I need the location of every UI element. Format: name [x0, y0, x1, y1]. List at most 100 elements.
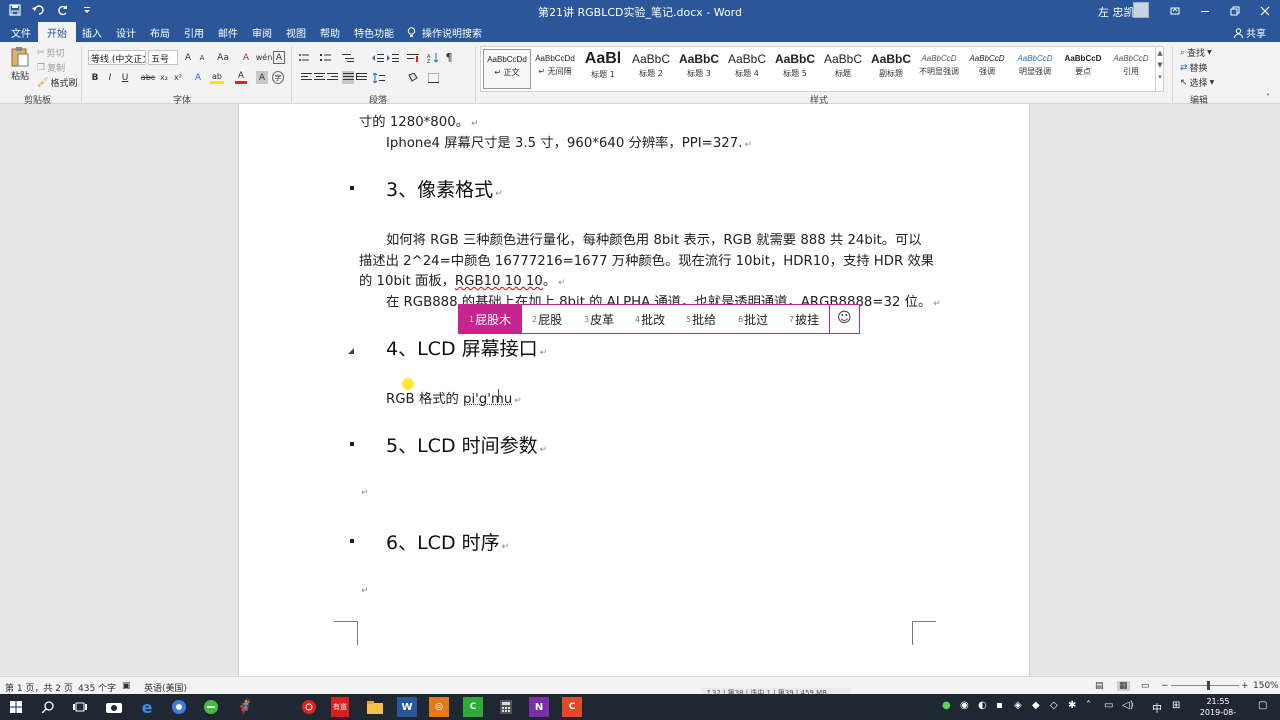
enclose-characters-icon[interactable]: 字 [272, 71, 284, 84]
tab-file[interactable]: 文件 [11, 25, 31, 40]
ime-candidate-1[interactable]: 1 屁股木 [459, 305, 522, 333]
minimize-icon[interactable] [1190, 0, 1220, 22]
ribbon-display-icon[interactable] [1160, 0, 1190, 22]
distributed-icon[interactable] [355, 71, 367, 84]
clear-formatting-icon[interactable]: A [240, 51, 252, 64]
style-quote[interactable]: AaBbCcD 引用 [1107, 49, 1155, 89]
style-strong[interactable]: AaBbCcD 要点 [1059, 49, 1107, 89]
app-green-c-icon[interactable]: C [463, 697, 483, 717]
app-red-c-icon[interactable]: C [562, 697, 582, 717]
style-no-spacing[interactable]: AaBbCcDd ↵ 无间隔 [531, 49, 579, 89]
show-hide-marks-icon[interactable]: ¶ [443, 51, 455, 64]
multilevel-list-icon[interactable] [342, 51, 354, 64]
print-layout-icon[interactable]: ▦ [1117, 681, 1130, 691]
dictionary-app-icon[interactable]: 有道 [331, 697, 349, 717]
text-effects-icon[interactable]: A [192, 71, 204, 84]
zoom-slider-thumb[interactable] [1207, 681, 1210, 690]
align-center-icon[interactable] [313, 71, 325, 84]
copy-button[interactable]: ❐ 复制 [37, 61, 65, 75]
decrease-indent-icon[interactable] [372, 51, 384, 64]
select-button[interactable]: ↖ 选择 ▼ [1180, 76, 1214, 90]
tab-layout[interactable]: 布局 [150, 25, 170, 40]
zoom-level[interactable]: 150% [1253, 681, 1279, 691]
browser-icon[interactable] [169, 697, 189, 717]
language-indicator[interactable]: 英语(美国) [144, 681, 187, 694]
tab-mailings[interactable]: 邮件 [218, 25, 238, 40]
zoom-out-icon[interactable]: − [1161, 681, 1169, 691]
close-icon[interactable] [1250, 0, 1280, 22]
avatar[interactable] [1133, 2, 1149, 18]
collapse-triangle-icon[interactable] [348, 344, 355, 358]
bold-icon[interactable]: B [89, 71, 101, 84]
restore-icon[interactable] [1220, 0, 1250, 22]
strikethrough-icon[interactable]: abc [140, 71, 156, 84]
character-border-icon[interactable]: A [273, 51, 285, 64]
ime-candidate-4[interactable]: 4 批改 [635, 305, 665, 333]
camera-icon[interactable] [104, 697, 124, 717]
calculator-icon[interactable] [496, 697, 516, 717]
bullets-icon[interactable] [298, 51, 310, 64]
tab-insert[interactable]: 插入 [82, 25, 102, 40]
style-normal[interactable]: AaBbCcDd ↵ 正文 [483, 49, 531, 89]
edge-browser-icon[interactable]: e [137, 697, 157, 717]
numbering-icon[interactable] [320, 51, 332, 64]
app-orange-icon[interactable]: ◎ [429, 697, 449, 717]
cut-button[interactable]: ✂ 剪切 [37, 46, 65, 60]
ime-language-indicator[interactable]: 中 [1152, 700, 1162, 715]
borders-icon[interactable] [427, 71, 439, 84]
style-emphasis[interactable]: AaBbCcD 强调 [963, 49, 1011, 89]
line-spacing-icon[interactable] [373, 71, 385, 84]
heading-bullet[interactable] [350, 539, 354, 543]
web-layout-icon[interactable]: ▭ [1141, 681, 1150, 691]
tab-special-features[interactable]: 特色功能 [354, 25, 394, 40]
style-heading-5[interactable]: AaBbC 标题 5 [771, 49, 819, 89]
document-page[interactable]: 寸的 1280*800。 ↵ Iphone4 屏幕尺寸是 3.5 寸，960*64… [238, 104, 1030, 676]
proofing-icon[interactable]: ▣ [122, 681, 131, 691]
replace-button[interactable]: ⇄ 替换 [1180, 61, 1208, 75]
task-view-icon[interactable] [70, 697, 90, 717]
grow-font-icon[interactable]: A [182, 51, 194, 64]
italic-icon[interactable]: I [104, 71, 116, 84]
ime-candidate-3[interactable]: 3 皮革 [584, 305, 614, 333]
tray-expand-icon[interactable]: ˄ [1086, 700, 1091, 711]
style-subtitle[interactable]: AaBbC 副标题 [867, 49, 915, 89]
tab-references[interactable]: 引用 [184, 25, 204, 40]
scroll-down-icon[interactable]: ▼ [1157, 61, 1162, 69]
collapse-ribbon-icon[interactable]: ˄ [1266, 93, 1270, 102]
ime-candidate-6[interactable]: 6 批过 [738, 305, 768, 333]
superscript-icon[interactable]: x² [172, 71, 184, 84]
styles-scroll[interactable]: ▲ ▼ ▾ [1155, 46, 1164, 92]
style-heading-1[interactable]: AaBl 标题 1 [579, 49, 627, 89]
tab-review[interactable]: 审阅 [252, 25, 272, 40]
find-button[interactable]: ⌕ 查找 ▼ [1180, 46, 1212, 60]
tray-app-icon[interactable]: ▪ [996, 700, 1003, 711]
sort-icon[interactable]: AZ [427, 51, 439, 64]
notification-icon[interactable]: ▢ [1258, 700, 1267, 711]
app-figure-icon[interactable]: 🦸 [235, 697, 255, 717]
word-count[interactable]: 435 个字 [78, 681, 116, 694]
netease-music-icon[interactable] [299, 697, 319, 717]
style-heading-4[interactable]: AaBbC 标题 4 [723, 49, 771, 89]
zoom-slider[interactable] [1171, 685, 1239, 686]
volume-icon[interactable]: ◁) [1122, 700, 1134, 711]
spelling-error-text[interactable]: RGB10 10 10 [455, 274, 543, 289]
ime-mode-icon[interactable]: ⊞ [1172, 700, 1180, 711]
chinese-layout-icon[interactable] [407, 51, 419, 64]
tab-view[interactable]: 视图 [286, 25, 306, 40]
highlight-icon[interactable]: ab [210, 71, 224, 84]
font-color-icon[interactable]: A [235, 71, 247, 84]
heading-bullet[interactable] [350, 186, 354, 190]
align-left-icon[interactable] [300, 71, 312, 84]
windows-start-icon[interactable] [6, 697, 26, 717]
heading-bullet[interactable] [350, 442, 354, 446]
format-painter-button[interactable]: 🖌 格式刷 [37, 76, 77, 90]
tray-app-icon[interactable]: ● [942, 700, 951, 711]
search-icon[interactable] [38, 697, 58, 717]
user-name[interactable]: 左 忠凯 [1098, 4, 1135, 20]
more-styles-icon[interactable]: ▾ [1158, 73, 1162, 81]
file-explorer-icon[interactable] [365, 697, 385, 717]
clock[interactable]: 21:55 2019-08-12 [1196, 696, 1240, 720]
tab-help[interactable]: 帮助 [320, 25, 340, 40]
underline-icon[interactable]: U [119, 71, 131, 84]
style-title[interactable]: AaBbC 标题 [819, 49, 867, 89]
